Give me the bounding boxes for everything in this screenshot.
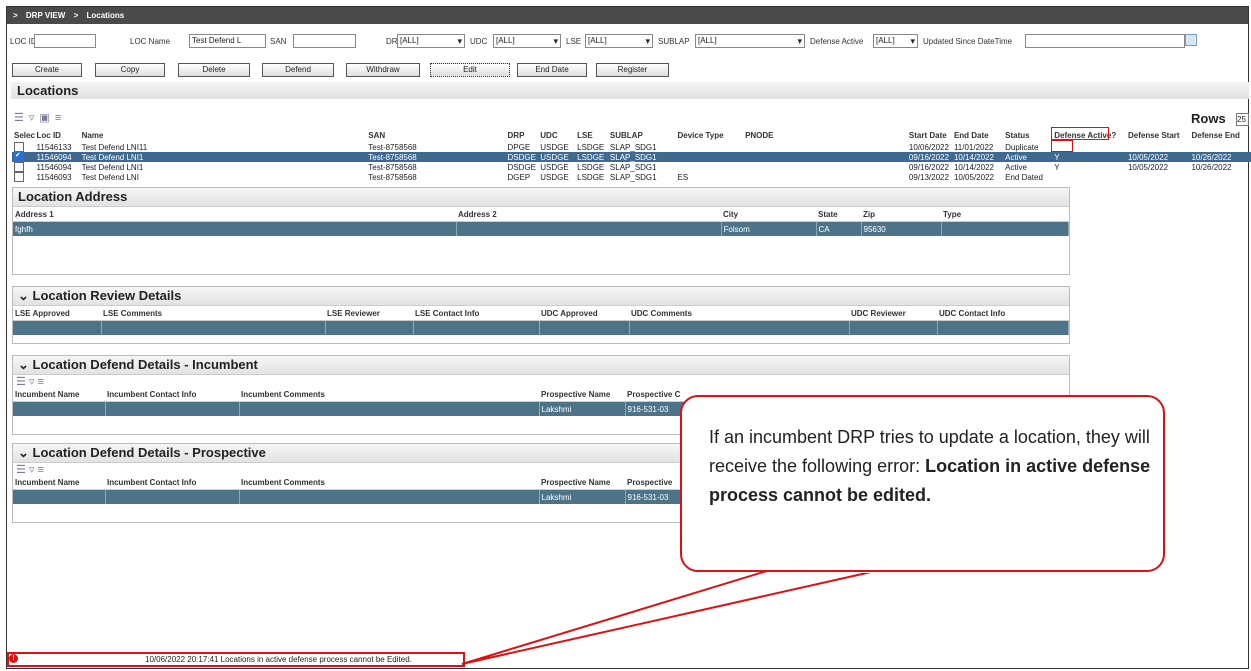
error-icon: !	[9, 654, 18, 663]
status-bar: ! 10/06/2022 20:17:41 Locations in activ…	[7, 652, 1248, 668]
status-message: 10/06/2022 20:17:41 Locations in active …	[145, 655, 412, 664]
annotation-callout: If an incumbent DRP tries to update a lo…	[680, 395, 1165, 572]
